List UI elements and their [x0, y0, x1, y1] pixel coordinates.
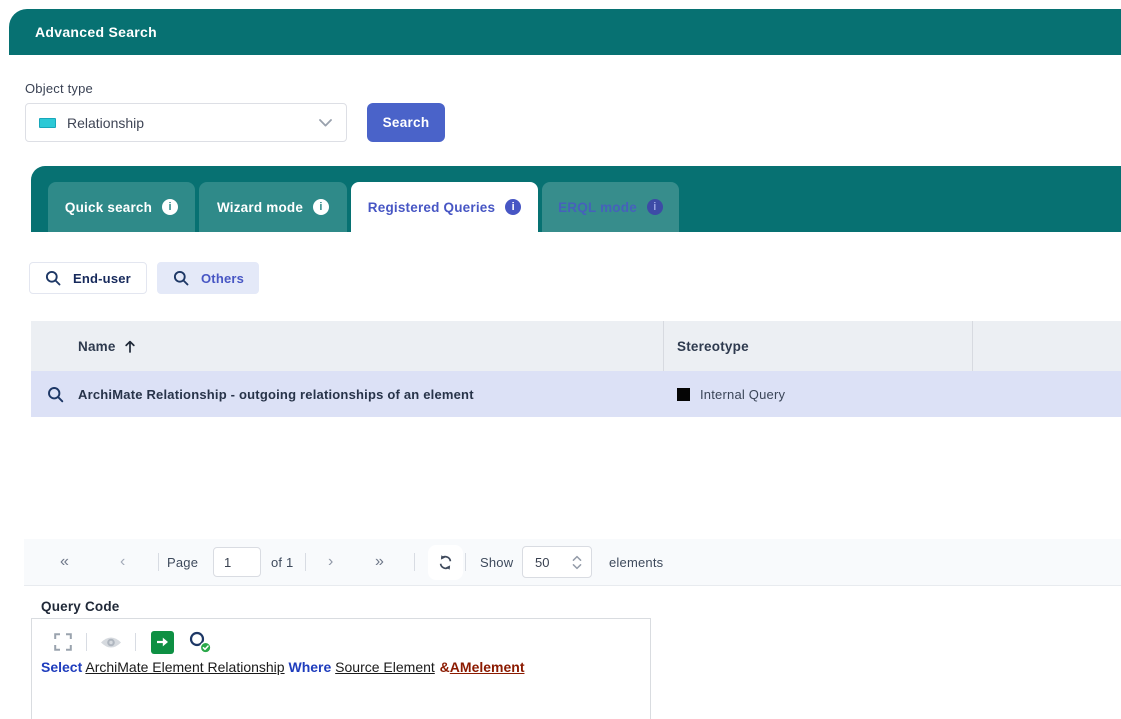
tab-label: ERQL mode — [558, 200, 637, 215]
filter-end-user-button[interactable]: End-user — [29, 262, 147, 294]
info-icon[interactable]: i — [505, 199, 521, 215]
app-header: Advanced Search — [9, 9, 1121, 55]
page-label: Page — [167, 539, 198, 585]
next-page-button[interactable]: › — [328, 539, 334, 585]
show-label: Show — [480, 539, 513, 585]
query-code-editor: Select ArchiMate Element Relationship Wh… — [31, 618, 651, 719]
fullscreen-icon — [54, 633, 72, 651]
query-code-label: Query Code — [41, 599, 120, 614]
tab-bar: Quick search i Wizard mode i Registered … — [31, 166, 1121, 232]
advanced-search-screen: Advanced Search Object type Relationship… — [0, 0, 1121, 719]
tab-label: Wizard mode — [217, 200, 303, 215]
first-page-button[interactable]: « — [60, 539, 69, 585]
keyword-select: Select — [41, 659, 82, 675]
column-separator — [972, 321, 973, 371]
filter-label: Others — [201, 271, 244, 286]
page-count: of 1 — [271, 539, 293, 585]
refresh-icon — [437, 554, 454, 571]
spinner-icon[interactable] — [572, 554, 582, 571]
run-query-button[interactable] — [151, 631, 174, 654]
tab-erql-mode[interactable]: ERQL mode i — [542, 182, 679, 232]
previous-page-button[interactable]: ‹ — [120, 539, 126, 585]
ampersand: & — [440, 659, 450, 675]
separator — [465, 553, 466, 571]
tab-registered-queries[interactable]: Registered Queries i — [351, 182, 538, 232]
separator — [135, 633, 136, 651]
fullscreen-button[interactable] — [54, 633, 72, 651]
tab-quick-search[interactable]: Quick search i — [48, 182, 195, 232]
filter-others-button[interactable]: Others — [157, 262, 259, 294]
search-icon — [173, 270, 189, 286]
row-name: ArchiMate Relationship - outgoing relati… — [78, 371, 474, 417]
page-size-value: 50 — [535, 555, 549, 570]
table-row[interactable]: ArchiMate Relationship - outgoing relati… — [31, 371, 1121, 417]
eye-icon — [100, 635, 122, 650]
tab-label: Registered Queries — [368, 200, 495, 215]
object-type-label: Object type — [25, 81, 93, 96]
tab-label: Quick search — [65, 200, 152, 215]
arrow-right-icon — [156, 636, 169, 648]
refresh-button[interactable] — [428, 545, 463, 580]
query-search-icon — [47, 386, 64, 403]
column-name[interactable]: Name — [78, 339, 116, 354]
info-icon[interactable]: i — [313, 199, 329, 215]
table-header: Name Stereotype — [31, 321, 1121, 371]
relationship-type-icon — [39, 118, 56, 128]
chevron-down-icon — [319, 119, 332, 127]
separator — [305, 553, 306, 571]
separator — [86, 633, 87, 651]
last-page-button[interactable]: » — [375, 539, 384, 585]
validate-query-button[interactable] — [188, 630, 212, 654]
page-input[interactable] — [213, 547, 261, 577]
object-type-select[interactable]: Relationship — [25, 103, 347, 142]
tab-wizard-mode[interactable]: Wizard mode i — [199, 182, 347, 232]
elements-label: elements — [609, 539, 663, 585]
info-icon[interactable]: i — [162, 199, 178, 215]
stereotype-icon — [677, 388, 690, 401]
page-title: Advanced Search — [35, 24, 157, 40]
preview-button[interactable] — [100, 635, 122, 650]
page-size-select[interactable]: 50 — [522, 546, 592, 578]
query-variable: AMelement — [450, 659, 525, 675]
query-code-text: Select ArchiMate Element Relationship Wh… — [41, 659, 524, 675]
column-stereotype[interactable]: Stereotype — [677, 321, 749, 371]
separator — [414, 553, 415, 571]
search-button[interactable]: Search — [367, 103, 445, 142]
keyword-where: Where — [288, 659, 331, 675]
search-check-icon — [188, 630, 212, 654]
info-icon[interactable]: i — [647, 199, 663, 215]
query-code-toolbar — [32, 629, 212, 655]
object-type-value: Relationship — [67, 115, 144, 131]
query-attribute: Source Element — [335, 659, 435, 675]
column-separator — [663, 321, 664, 371]
query-subject: ArchiMate Element Relationship — [85, 659, 284, 675]
filter-label: End-user — [73, 271, 131, 286]
pagination-bar: « ‹ Page of 1 › » Show 50 — [24, 539, 1121, 586]
row-stereotype: Internal Query — [700, 371, 785, 417]
sort-ascending-icon[interactable] — [125, 340, 135, 353]
search-icon — [45, 270, 61, 286]
separator — [158, 553, 159, 571]
